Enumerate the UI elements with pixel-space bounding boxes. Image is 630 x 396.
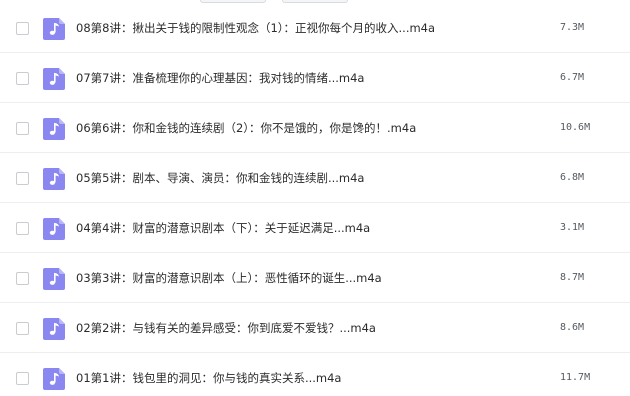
file-name[interactable]: 03第3讲：财富的潜意识剧本（上）：恶性循环的诞生...m4a (76, 269, 382, 287)
file-row[interactable]: 05第5讲：剧本、导演、演员：你和金钱的连续剧...m4a 6.8M (0, 153, 630, 203)
file-name[interactable]: 01第1讲：钱包里的洞见：你与钱的真实关系...m4a (76, 369, 341, 387)
row-checkbox[interactable] (16, 172, 29, 185)
audio-file-icon (43, 218, 65, 240)
file-row[interactable]: 08第8讲：揪出关于钱的限制性观念（1）：正视你每个月的收入...m4a 7.3… (0, 3, 630, 53)
file-size: 11.7M (560, 372, 591, 383)
audio-file-icon (43, 168, 65, 190)
file-size: 7.3M (560, 22, 585, 33)
file-size: 10.6M (560, 122, 591, 133)
file-row[interactable]: 03第3讲：财富的潜意识剧本（上）：恶性循环的诞生...m4a 8.7M (0, 253, 630, 303)
row-checkbox[interactable] (16, 222, 29, 235)
row-checkbox[interactable] (16, 272, 29, 285)
file-name[interactable]: 04第4讲：财富的潜意识剧本（下）：关于延迟满足...m4a (76, 219, 370, 237)
file-row[interactable]: 02第2讲：与钱有关的差异感受：你到底爱不爱钱？...m4a 8.6M (0, 303, 630, 353)
file-name[interactable]: 05第5讲：剧本、导演、演员：你和金钱的连续剧...m4a (76, 169, 364, 187)
file-size: 3.1M (560, 222, 585, 233)
audio-file-icon (43, 118, 65, 140)
audio-file-icon (43, 368, 65, 390)
row-checkbox[interactable] (16, 322, 29, 335)
audio-file-icon (43, 268, 65, 290)
file-size: 6.7M (560, 72, 585, 83)
file-row[interactable]: 04第4讲：财富的潜意识剧本（下）：关于延迟满足...m4a 3.1M (0, 203, 630, 253)
audio-file-icon (43, 318, 65, 340)
file-size: 6.8M (560, 172, 585, 183)
file-name[interactable]: 08第8讲：揪出关于钱的限制性观念（1）：正视你每个月的收入...m4a (76, 19, 435, 37)
file-name[interactable]: 07第7讲：准备梳理你的心理基因：我对钱的情绪...m4a (76, 69, 364, 87)
file-row[interactable]: 07第7讲：准备梳理你的心理基因：我对钱的情绪...m4a 6.7M (0, 53, 630, 103)
row-checkbox[interactable] (16, 72, 29, 85)
file-size: 8.6M (560, 322, 585, 333)
row-checkbox[interactable] (16, 122, 29, 135)
file-row[interactable]: 06第6讲：你和金钱的连续剧（2）：你不是饿的，你是馋的！.m4a 10.6M (0, 103, 630, 153)
row-checkbox[interactable] (16, 22, 29, 35)
row-checkbox[interactable] (16, 372, 29, 385)
file-name[interactable]: 02第2讲：与钱有关的差异感受：你到底爱不爱钱？...m4a (76, 319, 376, 337)
audio-file-icon (43, 68, 65, 90)
file-row[interactable]: 01第1讲：钱包里的洞见：你与钱的真实关系...m4a 11.7M (0, 353, 630, 396)
file-name[interactable]: 06第6讲：你和金钱的连续剧（2）：你不是饿的，你是馋的！.m4a (76, 119, 416, 137)
file-list: 08第8讲：揪出关于钱的限制性观念（1）：正视你每个月的收入...m4a 7.3… (0, 0, 630, 396)
audio-file-icon (43, 18, 65, 40)
file-size: 8.7M (560, 272, 585, 283)
